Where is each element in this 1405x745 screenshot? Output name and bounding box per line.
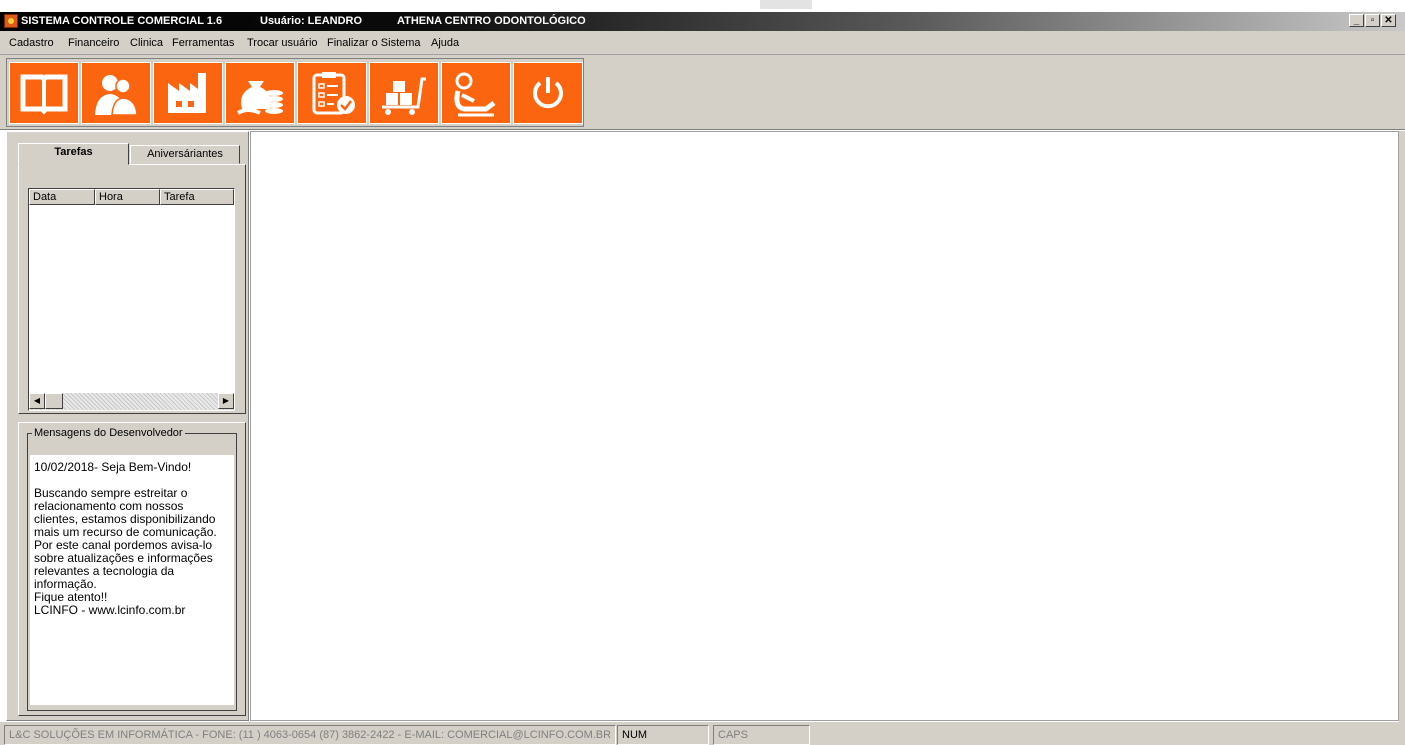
top-artifact <box>760 0 812 9</box>
toolbar <box>0 55 1405 130</box>
toolbar-factory-button[interactable] <box>153 62 223 124</box>
patient-chair-icon <box>454 72 496 117</box>
toolbar-group <box>6 58 584 127</box>
app-title: SISTEMA CONTROLE COMERCIAL 1.6 <box>21 15 223 27</box>
window-controls: _ ▫ ✕ <box>1349 14 1396 27</box>
menu-trocar-usuario[interactable]: Trocar usuário <box>247 37 318 49</box>
main-workspace <box>250 131 1399 721</box>
people-icon <box>95 75 138 116</box>
menu-ajuda[interactable]: Ajuda <box>431 37 459 49</box>
tasks-grid[interactable]: Data Hora Tarefa ◀ ▶ <box>28 188 235 411</box>
cart-icon <box>382 77 426 115</box>
toolbar-book-button[interactable] <box>9 62 79 124</box>
checklist-icon <box>312 72 355 115</box>
developer-messages-panel: Mensagens do Desenvolvedor 10/02/2018- S… <box>18 422 246 716</box>
horizontal-scrollbar[interactable]: ◀ ▶ <box>29 393 234 410</box>
scroll-left-icon[interactable]: ◀ <box>29 393 45 409</box>
menu-cadastro[interactable]: Cadastro <box>9 37 54 49</box>
toolbar-patient-button[interactable] <box>441 62 511 124</box>
column-header-data[interactable]: Data <box>29 189 95 205</box>
column-header-tarefa[interactable]: Tarefa <box>160 189 234 205</box>
developer-message-text: 10/02/2018- Seja Bem-Vindo! Buscando sem… <box>30 455 234 705</box>
left-panel: Tarefas Aniversáriantes Data Hora Tarefa… <box>6 131 249 721</box>
title-bar: SISTEMA CONTROLE COMERCIAL 1.6 Usuário: … <box>0 12 1405 31</box>
column-header-hora[interactable]: Hora <box>95 189 160 205</box>
tab-aniversariantes[interactable]: Aniversáriantes <box>130 145 240 164</box>
menu-financeiro[interactable]: Financeiro <box>68 37 119 49</box>
scroll-thumb[interactable] <box>45 393 63 409</box>
toolbar-cart-button[interactable] <box>369 62 439 124</box>
developer-messages-legend: Mensagens do Desenvolvedor <box>32 427 185 439</box>
developer-messages-group: Mensagens do Desenvolvedor 10/02/2018- S… <box>27 427 237 711</box>
company-name: ATHENA CENTRO ODONTOLÓGICO <box>397 15 586 27</box>
scroll-right-icon[interactable]: ▶ <box>218 393 234 409</box>
tasks-tab-control: Tarefas Aniversáriantes Data Hora Tarefa… <box>18 142 246 414</box>
close-button[interactable]: ✕ <box>1381 14 1396 27</box>
current-user: Usuário: LEANDRO <box>260 15 363 27</box>
minimize-button[interactable]: _ <box>1349 14 1364 27</box>
status-caps: CAPS <box>713 725 810 745</box>
factory-icon <box>168 73 206 113</box>
status-num: NUM <box>617 725 709 745</box>
status-company-info: L&C SOLUÇÕES EM INFORMÁTICA - FONE: (11 … <box>4 725 616 745</box>
tab-tarefas[interactable]: Tarefas <box>18 143 129 165</box>
menu-ferramentas[interactable]: Ferramentas <box>172 37 234 49</box>
menu-bar: Cadastro Financeiro Clinica Ferramentas … <box>0 31 1405 55</box>
toolbar-power-button[interactable] <box>513 62 583 124</box>
book-icon <box>20 74 68 115</box>
menu-clinica[interactable]: Clinica <box>130 37 163 49</box>
power-icon <box>533 77 563 109</box>
right-border <box>1399 131 1405 722</box>
toolbar-people-button[interactable] <box>81 62 151 124</box>
app-icon <box>4 14 18 28</box>
tab-body: Data Hora Tarefa ◀ ▶ <box>18 164 246 414</box>
status-bar: L&C SOLUÇÕES EM INFORMÁTICA - FONE: (11 … <box>0 722 1405 745</box>
toolbar-money-button[interactable] <box>225 62 295 124</box>
maximize-button[interactable]: ▫ <box>1365 14 1380 27</box>
money-bag-icon <box>236 81 283 115</box>
toolbar-checklist-button[interactable] <box>297 62 367 124</box>
menu-finalizar-sistema[interactable]: Finalizar o Sistema <box>327 37 421 49</box>
